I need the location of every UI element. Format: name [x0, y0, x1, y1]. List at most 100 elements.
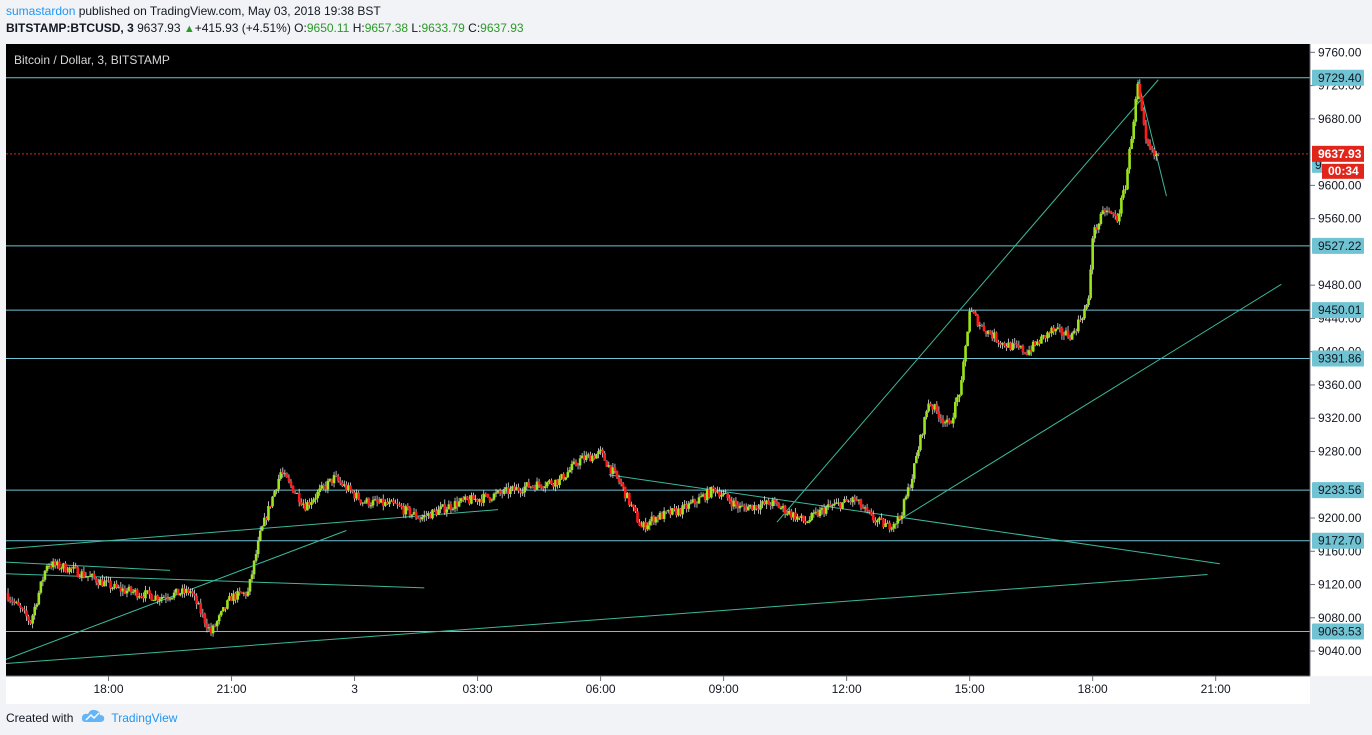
- candle-body-442: [912, 463, 916, 479]
- time-axis[interactable]: [6, 676, 1310, 704]
- candle-body-40: [88, 575, 92, 577]
- candle-body-288: [597, 451, 600, 455]
- candle-body-374: [773, 499, 777, 502]
- candle: [902, 498, 906, 518]
- candle-body-186: [388, 501, 391, 505]
- y-tick-label: 9320.00: [1318, 411, 1362, 425]
- candle-body-195: [406, 505, 410, 508]
- candle-body-16: [39, 581, 43, 593]
- candle: [37, 590, 41, 606]
- candle-body-291: [603, 452, 606, 461]
- candle-body-61: [131, 591, 135, 593]
- candle-body-178: [371, 500, 375, 506]
- candle: [226, 599, 229, 610]
- candle-body-168: [351, 490, 354, 493]
- level-label: 9450.01: [1318, 303, 1362, 317]
- candle-body-472: [974, 312, 978, 316]
- candle-body-200: [416, 517, 420, 519]
- x-tick-label: 09:00: [709, 682, 739, 696]
- candle-body-555: [1144, 124, 1148, 140]
- x-tick-label: 18:00: [94, 682, 124, 696]
- level-label: 9729.40: [1318, 71, 1362, 85]
- candle-body-290: [601, 449, 604, 453]
- candle-body-123: [258, 530, 262, 541]
- candle-body-407: [841, 502, 844, 509]
- candle-body-71: [152, 600, 155, 602]
- candle-body-162: [338, 480, 342, 483]
- candle-body-214: [445, 509, 449, 513]
- candle-body-335: [693, 499, 697, 504]
- candle-body-17: [41, 579, 45, 582]
- candle-body-538: [1109, 211, 1113, 213]
- candle-body-367: [759, 504, 762, 510]
- candle-body-77: [164, 596, 168, 599]
- price-chart[interactable]: Bitcoin / Dollar, 3, BITSTAMP 9760.00 972…: [0, 42, 1372, 704]
- candle-body-7: [21, 607, 24, 610]
- candle: [962, 359, 965, 383]
- low-label: L:: [411, 21, 422, 35]
- candle-body-533: [1099, 213, 1103, 224]
- candle-body-80: [170, 597, 174, 599]
- candle-body-277: [574, 461, 578, 466]
- candle-body-519: [1070, 332, 1074, 340]
- candle-body-274: [568, 470, 572, 473]
- candle-body-365: [755, 505, 758, 509]
- candle-body-26: [60, 568, 63, 570]
- candle-body-545: [1124, 189, 1127, 191]
- candle-body-351: [726, 492, 730, 499]
- y-tick-label: 9080.00: [1318, 611, 1362, 625]
- publisher-link[interactable]: sumastardon: [6, 4, 75, 18]
- candle-body-90: [191, 591, 194, 594]
- candle-body-419: [865, 507, 869, 511]
- candle-body-426: [880, 517, 883, 519]
- tradingview-link[interactable]: TradingView: [111, 711, 177, 725]
- candle-body-420: [867, 510, 871, 512]
- candle-body-161: [336, 476, 340, 481]
- candle-body-236: [490, 499, 494, 501]
- candle-body-390: [806, 521, 809, 523]
- candle-body-553: [1140, 96, 1144, 111]
- high-value: 9657.38: [364, 21, 409, 35]
- candle-body-312: [646, 525, 650, 530]
- candle-body-242: [502, 488, 506, 494]
- candle-body-482: [995, 332, 998, 342]
- candle-body-525: [1083, 308, 1086, 319]
- candle-body-208: [433, 509, 436, 511]
- candle-body-211: [439, 506, 442, 510]
- candle-body-60: [129, 586, 133, 593]
- open-value: 9650.11: [306, 21, 350, 35]
- candle-body-298: [617, 477, 621, 482]
- candle-body-359: [742, 505, 746, 508]
- candle-body-433: [894, 523, 898, 525]
- candle-body-399: [824, 506, 828, 514]
- candle-body-28: [64, 563, 67, 572]
- open-label: O:: [294, 21, 307, 35]
- candle-body-42: [92, 574, 96, 579]
- candle-body-391: [808, 519, 812, 522]
- candle-body-527: [1087, 298, 1090, 305]
- x-tick-label: 03:00: [463, 682, 493, 696]
- candle-body-14: [35, 604, 39, 607]
- candle-body-355: [734, 500, 738, 505]
- candle-body-517: [1066, 330, 1070, 338]
- y-tick-label: 9560.00: [1318, 212, 1362, 226]
- candle-body-150: [314, 498, 317, 500]
- candle-body-537: [1107, 210, 1111, 212]
- candle-body-81: [172, 592, 176, 598]
- candle-body-454: [937, 410, 941, 419]
- candle-body-103: [217, 615, 221, 622]
- candle-body-413: [853, 497, 857, 501]
- candle-body-269: [558, 478, 561, 486]
- ohlc-line: BITSTAMP:BTCUSD, 3 9637.93 ▲+415.93 (+4.…: [6, 21, 524, 35]
- candle-body-279: [578, 458, 582, 466]
- candle-body-273: [566, 472, 570, 478]
- candle-body-142: [297, 493, 301, 503]
- candle-body-297: [615, 470, 619, 478]
- candle-body-107: [226, 600, 229, 609]
- candle-body-491: [1013, 342, 1017, 344]
- candle-body-544: [1122, 190, 1125, 198]
- candle-body-468: [966, 331, 969, 347]
- candle-body-138: [289, 481, 293, 486]
- candle-body-91: [193, 593, 196, 596]
- candle-body-380: [785, 513, 789, 515]
